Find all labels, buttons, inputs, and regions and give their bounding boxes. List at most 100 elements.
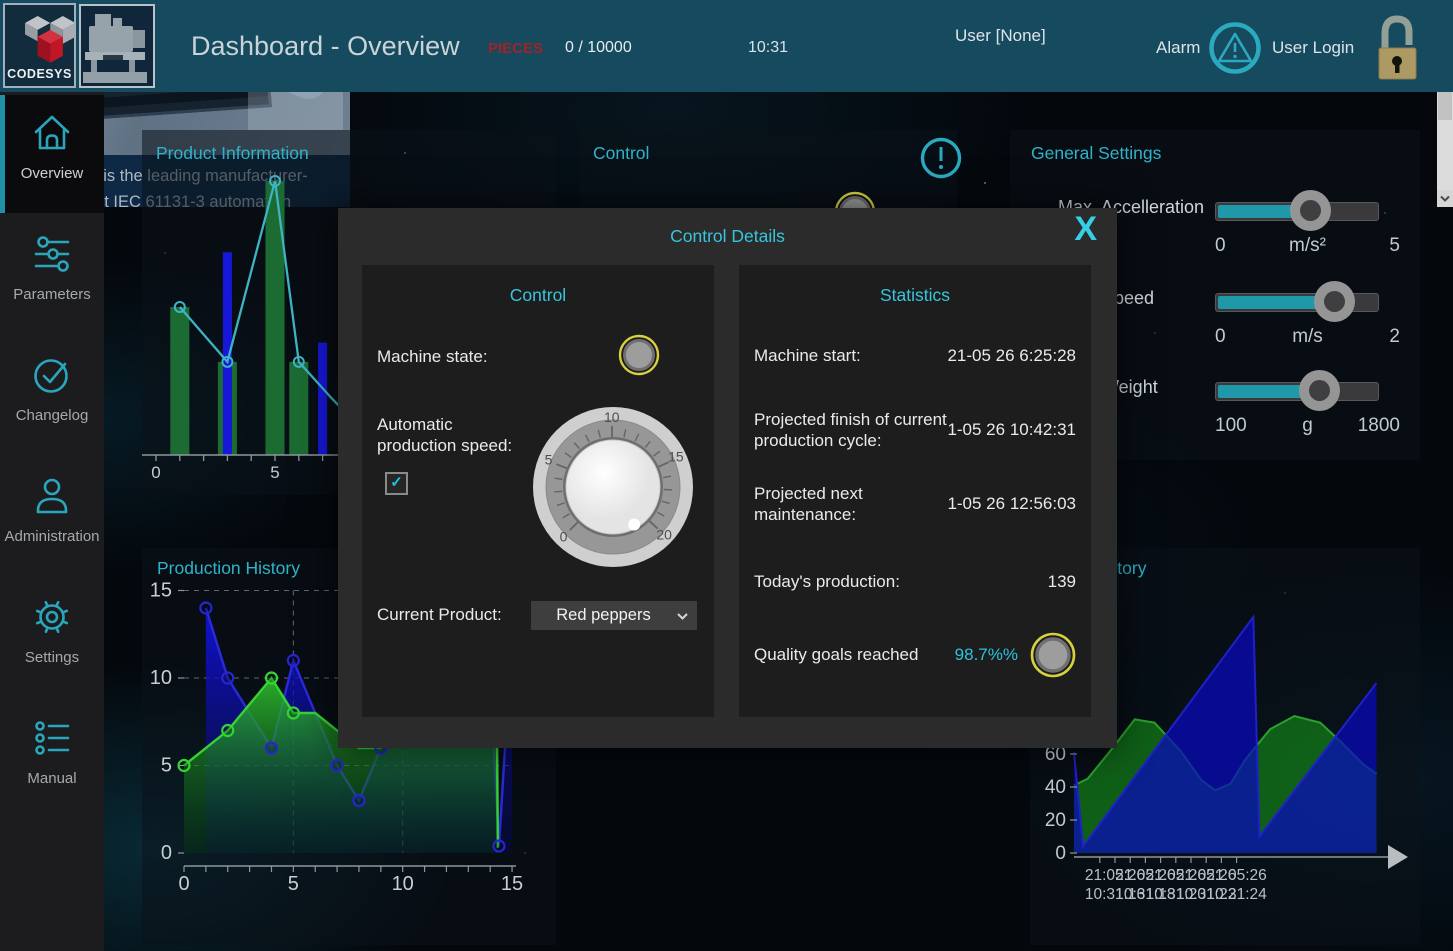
stat-value: 1-05 26 10:42:31 — [947, 420, 1076, 440]
sidebar-item-manual[interactable]: Manual — [0, 700, 104, 818]
alarm-label: Alarm — [1156, 38, 1200, 58]
gear-icon — [30, 595, 74, 639]
svg-text:0: 0 — [151, 463, 160, 482]
sidebar-item-administration[interactable]: Administration — [0, 458, 104, 576]
stat-row: Machine start:21-05 26 6:25:28 — [754, 344, 1076, 368]
dropdown-value: Red peppers — [531, 606, 676, 625]
slider-thumb[interactable] — [1314, 281, 1355, 322]
dialog-title: Control Details — [338, 226, 1117, 247]
sidebar-item-label: Parameters — [0, 286, 104, 303]
svg-text:21:05:26: 21:05:26 — [1206, 867, 1266, 884]
control-section: Control Machine state: Automatic product… — [362, 265, 714, 717]
page-title: Dashboard - Overview — [191, 31, 460, 62]
panel-title: General Settings — [1031, 143, 1161, 164]
stat-value: 98.7%% — [955, 645, 1018, 665]
statistics-section: Statistics Machine start:21-05 26 6:25:2… — [739, 265, 1091, 717]
slider-thumb[interactable] — [1299, 370, 1340, 411]
stat-label: Machine start: — [754, 345, 947, 366]
panel-title: Control — [593, 143, 649, 164]
scale-unit: m/s² — [1215, 235, 1400, 257]
codesys-logo: CODESYS — [3, 3, 76, 88]
svg-text:10: 10 — [392, 873, 414, 895]
home-icon — [30, 111, 74, 155]
stat-row: Today's production:139 — [754, 570, 1076, 594]
svg-text:10: 10 — [604, 409, 620, 425]
svg-text:40: 40 — [1045, 777, 1066, 798]
control-details-dialog: Control Details X Control Machine state:… — [338, 208, 1117, 748]
svg-text:20: 20 — [656, 527, 672, 543]
codesys-cube-icon — [17, 11, 86, 69]
auto-speed-label-line1: Automatic — [377, 415, 453, 435]
machine-state-label: Machine state: — [377, 347, 488, 367]
slider-track[interactable] — [1215, 382, 1379, 401]
slider-thumb[interactable] — [1290, 190, 1331, 231]
scale-unit: m/s — [1215, 326, 1400, 348]
svg-text:10: 10 — [150, 667, 172, 689]
current-user: User [None] — [955, 26, 1046, 46]
stat-value: 139 — [966, 572, 1076, 592]
user-login-label[interactable]: User Login — [1272, 38, 1354, 58]
check-circle-icon — [30, 353, 74, 397]
sidebar-item-settings[interactable]: Settings — [0, 579, 104, 697]
svg-text:5: 5 — [545, 452, 553, 468]
stat-label: Quality goals reached — [754, 644, 955, 665]
section-title: Control — [362, 285, 714, 306]
sidebar-item-label: Overview — [0, 165, 104, 182]
stat-row: Quality goals reached98.7%% — [754, 633, 1076, 677]
auto-speed-checkbox[interactable]: ✓ — [385, 472, 408, 495]
clock: 10:31 — [748, 39, 788, 57]
svg-text:5: 5 — [161, 755, 172, 777]
sidebar-item-label: Manual — [0, 770, 104, 787]
person-icon — [30, 474, 74, 518]
chevron-down-icon — [676, 612, 689, 621]
auto-speed-label-line2: production speed: — [377, 436, 512, 456]
stat-label: Today's production: — [754, 571, 966, 592]
svg-text:15: 15 — [501, 873, 523, 895]
sidebar-item-overview[interactable]: Overview — [0, 95, 104, 213]
hmi-dashboard: CODESYS Dashboard - Overview PIECES 0 / … — [0, 0, 1453, 951]
svg-text:0: 0 — [161, 842, 172, 864]
sidebar-nav: Overview Parameters Changelog Administratio… — [0, 92, 104, 951]
svg-text:20: 20 — [1045, 810, 1066, 831]
machine-icon — [81, 6, 153, 86]
stat-value: 21-05 26 6:25:28 — [947, 346, 1076, 366]
sidebar-item-label: Settings — [0, 649, 104, 666]
padlock-icon[interactable] — [1374, 11, 1420, 83]
stat-value: 1-05 26 12:56:03 — [947, 494, 1076, 514]
sliders-icon — [30, 232, 74, 276]
scale-max: 1800 — [1358, 415, 1400, 437]
svg-text:5: 5 — [270, 463, 279, 482]
stat-row: Projected finish of current production c… — [754, 408, 1076, 452]
pieces-count: 0 / 10000 — [565, 39, 632, 57]
svg-text:0: 0 — [560, 528, 568, 544]
list-icon — [30, 716, 74, 760]
speed-knob[interactable]: 0 5 10 15 20 — [528, 402, 698, 572]
scale-max: 2 — [1389, 326, 1400, 348]
svg-text:15: 15 — [150, 580, 172, 602]
close-button[interactable]: X — [1074, 210, 1097, 249]
current-product-dropdown[interactable]: Red peppers — [531, 601, 697, 630]
svg-text:10:31:24: 10:31:24 — [1206, 886, 1267, 903]
machine-thumbnail[interactable] — [79, 4, 155, 88]
stat-label: Projected finish of current production c… — [754, 409, 947, 452]
machine-state-led — [617, 333, 661, 377]
stat-row: Projected next maintenance:1-05 26 12:56… — [754, 482, 1076, 526]
sidebar-item-changelog[interactable]: Changelog — [0, 337, 104, 455]
sidebar-item-label: Administration — [0, 528, 104, 545]
sidebar-item-label: Changelog — [0, 407, 104, 424]
scale-max: 5 — [1389, 235, 1400, 257]
header-bar: CODESYS Dashboard - Overview PIECES 0 / … — [0, 0, 1453, 92]
svg-text:15: 15 — [668, 448, 684, 464]
info-exclamation-icon[interactable] — [919, 136, 963, 180]
quality-led — [1030, 632, 1076, 678]
section-title: Statistics — [739, 285, 1091, 306]
codesys-logo-text: CODESYS — [5, 67, 74, 81]
stat-label: Projected next maintenance: — [754, 483, 947, 526]
sidebar-item-parameters[interactable]: Parameters — [0, 216, 104, 334]
alarm-warning-icon[interactable] — [1208, 21, 1262, 75]
current-product-label: Current Product: — [377, 605, 502, 625]
svg-text:0: 0 — [1055, 843, 1066, 864]
svg-text:5: 5 — [288, 873, 299, 895]
svg-text:0: 0 — [178, 873, 189, 895]
pieces-label: PIECES — [488, 40, 543, 57]
